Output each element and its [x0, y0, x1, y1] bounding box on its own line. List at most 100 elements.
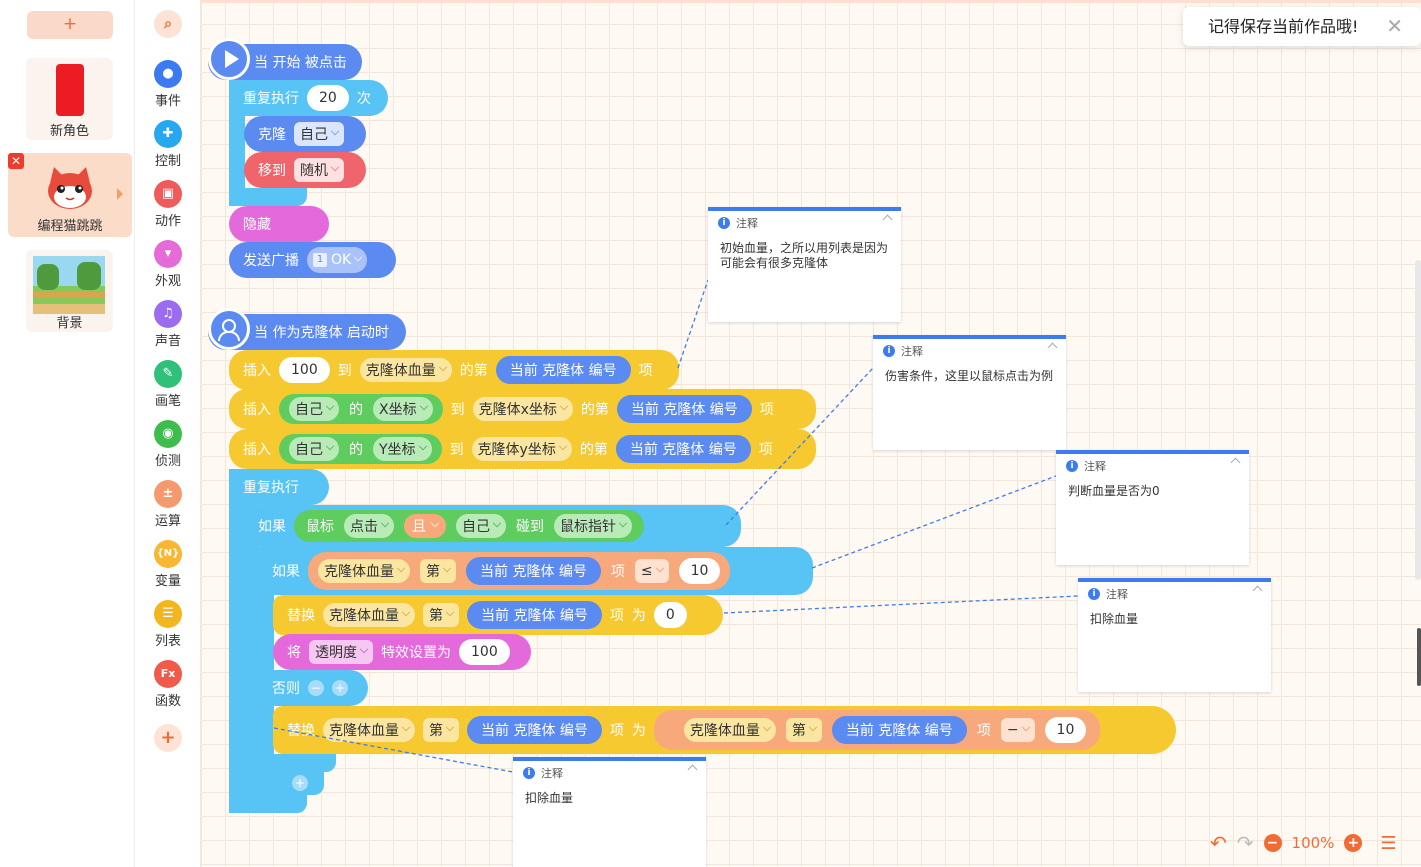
comment-note-initial-hp[interactable]: i 注释 初始血量，之所以用列表是因为可能会有很多克隆体 — [708, 207, 901, 322]
compare-value-input[interactable]: 10 — [678, 558, 721, 584]
list-dropdown[interactable]: 克隆体y坐标 — [471, 437, 572, 461]
math-operator-dropdown[interactable]: − — [1000, 718, 1035, 742]
item-label: 项 — [759, 402, 774, 418]
clone-index-reporter[interactable]: 当前 克隆体 编号 — [616, 395, 752, 423]
insert-value-input[interactable]: 100 — [279, 357, 330, 383]
list-dropdown[interactable]: 克隆体血量 — [683, 718, 776, 742]
hide-block[interactable]: 隐藏 — [229, 206, 329, 242]
clone-index-reporter[interactable]: 当前 克隆体 编号 — [615, 435, 751, 463]
property-dropdown[interactable]: Y坐标 — [373, 437, 432, 461]
touch-target-dropdown[interactable]: 自己 — [456, 514, 506, 538]
nth-dropdown[interactable]: 第 — [785, 718, 822, 742]
nth-dropdown[interactable]: 第 — [423, 718, 459, 742]
repeat-count-input[interactable]: 20 — [307, 85, 349, 111]
category-event[interactable]: ● 事件 — [135, 60, 201, 109]
category-variable[interactable]: {N} 变量 — [135, 540, 201, 589]
if-click-block[interactable]: 如果 鼠标 点击 且 自己 碰到 鼠标指针 — [244, 505, 741, 547]
redo-icon[interactable]: ↷ — [1237, 831, 1254, 855]
operator-icon: ± — [154, 480, 182, 508]
arrange-blocks-icon[interactable]: ☰ — [1380, 833, 1396, 854]
comment-note-deduct-hp-2[interactable]: i 注释 扣除血量 — [513, 757, 706, 867]
target-dropdown[interactable]: 自己 — [289, 397, 339, 421]
clone-index-reporter[interactable]: 当前 克隆体 编号 — [831, 716, 967, 744]
replace-value-input[interactable]: 0 — [653, 602, 687, 628]
property-dropdown[interactable]: X坐标 — [373, 397, 433, 421]
category-operator[interactable]: ± 运算 — [135, 480, 201, 529]
category-pen[interactable]: ✎ 画笔 — [135, 360, 201, 409]
nth-dropdown[interactable]: 第 — [420, 559, 456, 583]
compare-operator-dropdown[interactable]: ≤ — [634, 559, 669, 583]
move-to-block[interactable]: 移到 随机 — [244, 152, 366, 188]
set-effect-block[interactable]: 将 透明度 特效设置为 100 — [273, 634, 531, 670]
sprite-background[interactable]: 背景 — [26, 250, 113, 332]
add-elseif-button[interactable]: + — [332, 680, 348, 696]
else-branch[interactable]: 否则 − + — [258, 670, 368, 706]
vertical-scrollbar[interactable] — [1415, 260, 1421, 580]
touch-object-dropdown[interactable]: 鼠标指针 — [554, 514, 632, 538]
close-icon[interactable]: ✕ — [1386, 7, 1403, 46]
add-branch-button[interactable]: + — [292, 775, 308, 791]
insert-x-block[interactable]: 插入 自己 的 X坐标 到 克隆体x坐标 的第 当前 克隆体 编号 项 — [229, 389, 816, 429]
category-sensing[interactable]: ◉ 侦测 — [135, 420, 201, 469]
clone-block[interactable]: 克隆 自己 — [244, 116, 366, 152]
repeat-times-header[interactable]: 重复执行 20 次 — [229, 80, 388, 116]
sprite-expand-icon[interactable] — [117, 188, 123, 200]
list-dropdown[interactable]: 克隆体血量 — [323, 718, 415, 742]
category-sound[interactable]: ♫ 声音 — [135, 300, 201, 349]
add-category-button[interactable]: + — [135, 724, 201, 752]
category-looks[interactable]: ▾ 外观 — [135, 240, 201, 289]
list-dropdown[interactable]: 克隆体血量 — [359, 358, 452, 382]
if-label: 如果 — [258, 519, 286, 535]
replace-minus-block[interactable]: 替换 克隆体血量 第 当前 克隆体 编号 项 为 克隆体血量 第 当前 克隆体 … — [273, 706, 1176, 754]
target-dropdown[interactable]: 自己 — [289, 437, 339, 461]
right-panel-handle[interactable] — [1417, 628, 1421, 686]
sprite-new-role[interactable]: 新角色 — [26, 58, 113, 140]
insert-list-block[interactable]: 插入 100 到 克隆体血量 的第 当前 克隆体 编号 项 — [229, 350, 679, 390]
sprite-codemao[interactable]: 编程猫跳跳 — [8, 153, 132, 237]
insert-y-block[interactable]: 插入 自己 的 Y坐标 到 克隆体y坐标 的第 当前 克隆体 编号 项 — [229, 429, 816, 469]
effect-value-input[interactable]: 100 — [459, 639, 510, 665]
search-blocks-button[interactable]: ⌕ — [135, 10, 201, 38]
category-list[interactable]: ☰ 列表 — [135, 600, 201, 649]
category-control[interactable]: ✚ 控制 — [135, 120, 201, 169]
zoom-in-button[interactable]: + — [1344, 834, 1363, 852]
broadcast-message-dropdown[interactable]: 1 OK — [307, 247, 368, 273]
clone-index-reporter[interactable]: 当前 克隆体 编号 — [495, 356, 631, 384]
clone-index-reporter[interactable]: 当前 克隆体 编号 — [466, 557, 601, 585]
zoom-out-button[interactable]: − — [1263, 834, 1282, 852]
effect-dropdown[interactable]: 透明度 — [309, 640, 373, 664]
nth-dropdown[interactable]: 第 — [423, 603, 459, 627]
property-reporter[interactable]: 自己 的 X坐标 — [279, 394, 443, 424]
undo-icon[interactable]: ↶ — [1210, 831, 1227, 855]
forever-loop-header[interactable]: 重复执行 — [229, 469, 329, 505]
clone-index-reporter[interactable]: 当前 克隆体 编号 — [467, 716, 602, 744]
category-function[interactable]: Fx 函数 — [135, 660, 201, 709]
list-dropdown[interactable]: 克隆体x坐标 — [472, 397, 573, 421]
subtract-value-input[interactable]: 10 — [1044, 717, 1087, 743]
clone-target-dropdown[interactable]: 自己 — [294, 122, 344, 146]
broadcast-block[interactable]: 发送广播 1 OK — [229, 242, 396, 278]
info-icon: i — [1088, 588, 1100, 600]
list-item-list-dropdown[interactable]: 克隆体血量 — [318, 559, 410, 583]
and-operator-pill[interactable]: 且 — [404, 514, 446, 538]
and-condition[interactable]: 鼠标 点击 且 自己 碰到 鼠标指针 — [294, 510, 644, 542]
chevron-down-icon — [492, 518, 502, 528]
property-reporter[interactable]: 自己 的 Y坐标 — [279, 434, 442, 464]
add-sprite-button[interactable]: + — [27, 11, 113, 39]
replace-zero-block[interactable]: 替换 克隆体血量 第 当前 克隆体 编号 项 为 0 — [273, 595, 723, 635]
mouse-action-dropdown[interactable]: 点击 — [344, 514, 394, 538]
remove-else-button[interactable]: − — [308, 680, 324, 696]
clone-index-reporter[interactable]: 当前 克隆体 编号 — [467, 601, 602, 629]
compare-condition[interactable]: 克隆体血量 第 当前 克隆体 编号 项 ≤ 10 — [308, 552, 731, 590]
comment-note-deduct-hp-1[interactable]: i 注释 扣除血量 — [1078, 578, 1271, 692]
category-label: 外观 — [154, 274, 181, 289]
if-hp-check-block[interactable]: 如果 克隆体血量 第 当前 克隆体 编号 项 ≤ 10 — [258, 547, 813, 595]
category-motion[interactable]: ▣ 动作 — [135, 180, 201, 229]
move-target-dropdown[interactable]: 随机 — [294, 158, 344, 182]
delete-sprite-icon[interactable]: ✕ — [8, 153, 24, 169]
comment-note-damage-condition[interactable]: i 注释 伤害条件，这里以鼠标点击为例 — [873, 335, 1066, 450]
list-dropdown[interactable]: 克隆体血量 — [323, 603, 415, 627]
subtract-operator[interactable]: 克隆体血量 第 当前 克隆体 编号 项 − 10 — [653, 710, 1101, 750]
comment-note-hp-zero[interactable]: i 注释 判断血量是否为0 — [1056, 450, 1249, 565]
to-label: 到 — [337, 363, 352, 379]
